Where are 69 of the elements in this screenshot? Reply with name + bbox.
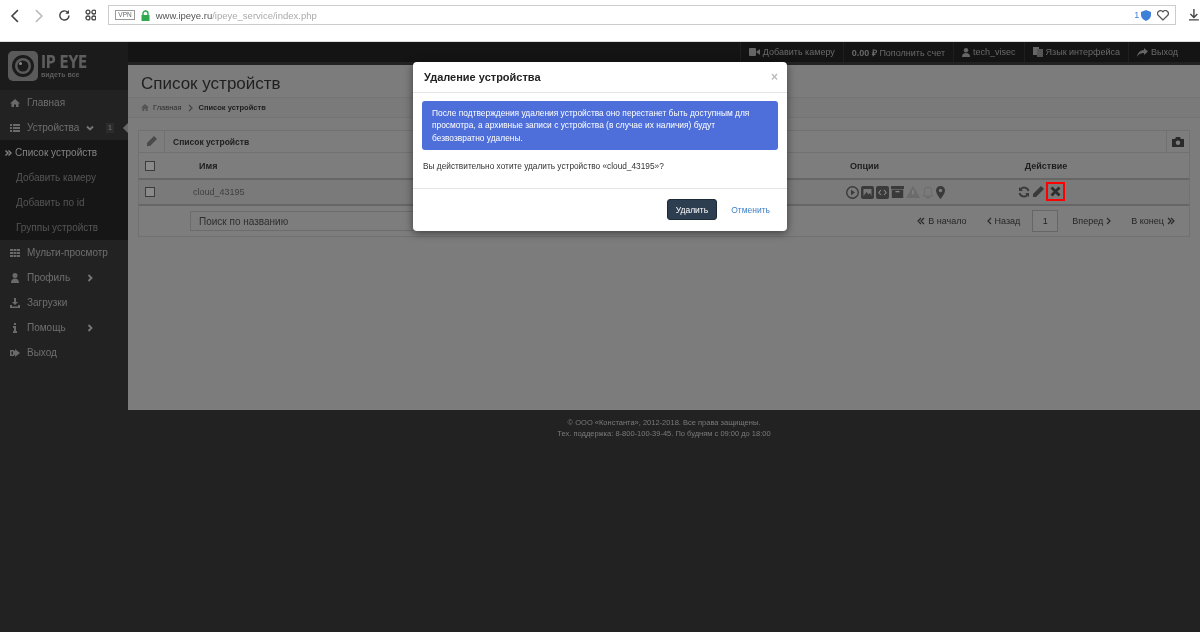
video-camera-icon — [748, 48, 760, 56]
top-nav-link[interactable]: Язык интерфейса — [1023, 42, 1129, 62]
download-icon[interactable] — [1188, 9, 1200, 21]
home-icon — [141, 104, 149, 111]
archive-icon[interactable] — [891, 186, 904, 198]
last-page-link[interactable]: В конец — [1131, 216, 1175, 226]
camera-icon[interactable] — [1172, 136, 1184, 147]
reload-icon[interactable] — [57, 9, 71, 22]
chevron-icon — [187, 103, 193, 112]
refresh-icon[interactable] — [1017, 186, 1030, 198]
lock-icon — [140, 9, 150, 21]
top-nav-link[interactable]: 0.00 ₽ Пополнить счет — [842, 42, 953, 62]
close-button[interactable]: × — [771, 70, 778, 84]
url-text: www.ipeye.ru/ipeye_service/index.php — [155, 9, 317, 21]
delete-icon[interactable] — [1045, 182, 1065, 201]
select-all-checkbox[interactable] — [145, 160, 155, 171]
logo-text: IP EYE — [41, 54, 87, 71]
user-icon — [962, 47, 970, 57]
warning-alert: После подтверждения удаления устройства оно перестанет быть доступным для просмотра, а архивные записи с устройства (в случае их наличия) будут безвозвратно удалены. — [422, 101, 778, 150]
delete-button[interactable]: Удалить — [666, 199, 718, 221]
confirm-question: Вы действительно хотите удалить устройство «cloud_43195»? — [422, 159, 665, 173]
extension-badge[interactable]: 1 — [1134, 10, 1140, 20]
column-header: Имя — [199, 160, 218, 171]
submenu-item[interactable]: Группы устройств — [0, 215, 128, 240]
grid-icon[interactable] — [84, 9, 97, 21]
pencil-icon — [146, 136, 157, 147]
chevron-icon — [86, 323, 94, 332]
user-icon — [10, 272, 20, 283]
list-icon — [10, 122, 20, 133]
cancel-link[interactable]: Отменить — [726, 204, 775, 215]
submenu-item[interactable]: Список устройств — [0, 140, 128, 165]
double-chevron-icon — [1167, 217, 1175, 225]
back-icon[interactable] — [10, 9, 20, 23]
share-arrow-icon — [1137, 47, 1149, 57]
row-checkbox[interactable] — [145, 187, 155, 197]
next-page-link[interactable]: Вперед — [1072, 216, 1112, 226]
info-icon — [10, 322, 20, 333]
column-header: Опции — [849, 160, 880, 171]
chevron-icon — [86, 123, 94, 132]
forward-icon[interactable] — [33, 9, 44, 23]
submenu-item[interactable]: Добавить по id — [0, 190, 128, 215]
chevron-icon — [86, 273, 94, 282]
pencil-icon[interactable] — [1031, 186, 1044, 198]
page-title: Список устройств — [141, 74, 281, 95]
language-icon — [1032, 47, 1043, 57]
top-nav-link[interactable]: Выход — [1128, 42, 1186, 62]
logout-icon — [10, 347, 20, 358]
play-icon[interactable] — [846, 185, 859, 199]
chevron-icon — [1106, 217, 1112, 225]
chevron-icon — [986, 217, 992, 225]
previous-page-link[interactable]: Назад — [986, 216, 1021, 226]
panel-title: Список устройств — [173, 136, 250, 147]
heart-icon[interactable] — [1157, 9, 1170, 21]
column-header: Действие — [1024, 160, 1068, 171]
first-page-link[interactable]: В начало — [917, 216, 967, 226]
double-chevron-icon — [5, 149, 12, 156]
home-icon — [10, 97, 20, 108]
download-icon — [10, 297, 20, 308]
top-nav-link[interactable]: tech_visec — [953, 42, 1024, 62]
submenu-item[interactable]: Добавить камеру — [0, 165, 128, 190]
eye-logo-icon — [8, 51, 38, 81]
grid-icon — [10, 247, 20, 258]
map-pin-icon[interactable] — [936, 185, 945, 199]
double-chevron-icon — [917, 217, 926, 225]
shield-icon[interactable] — [1141, 9, 1152, 21]
dialog-title: Удаление устройства — [424, 71, 541, 83]
image-icon[interactable] — [861, 185, 874, 199]
page-number[interactable]: 1 — [1032, 210, 1059, 232]
code-icon[interactable] — [876, 185, 889, 199]
